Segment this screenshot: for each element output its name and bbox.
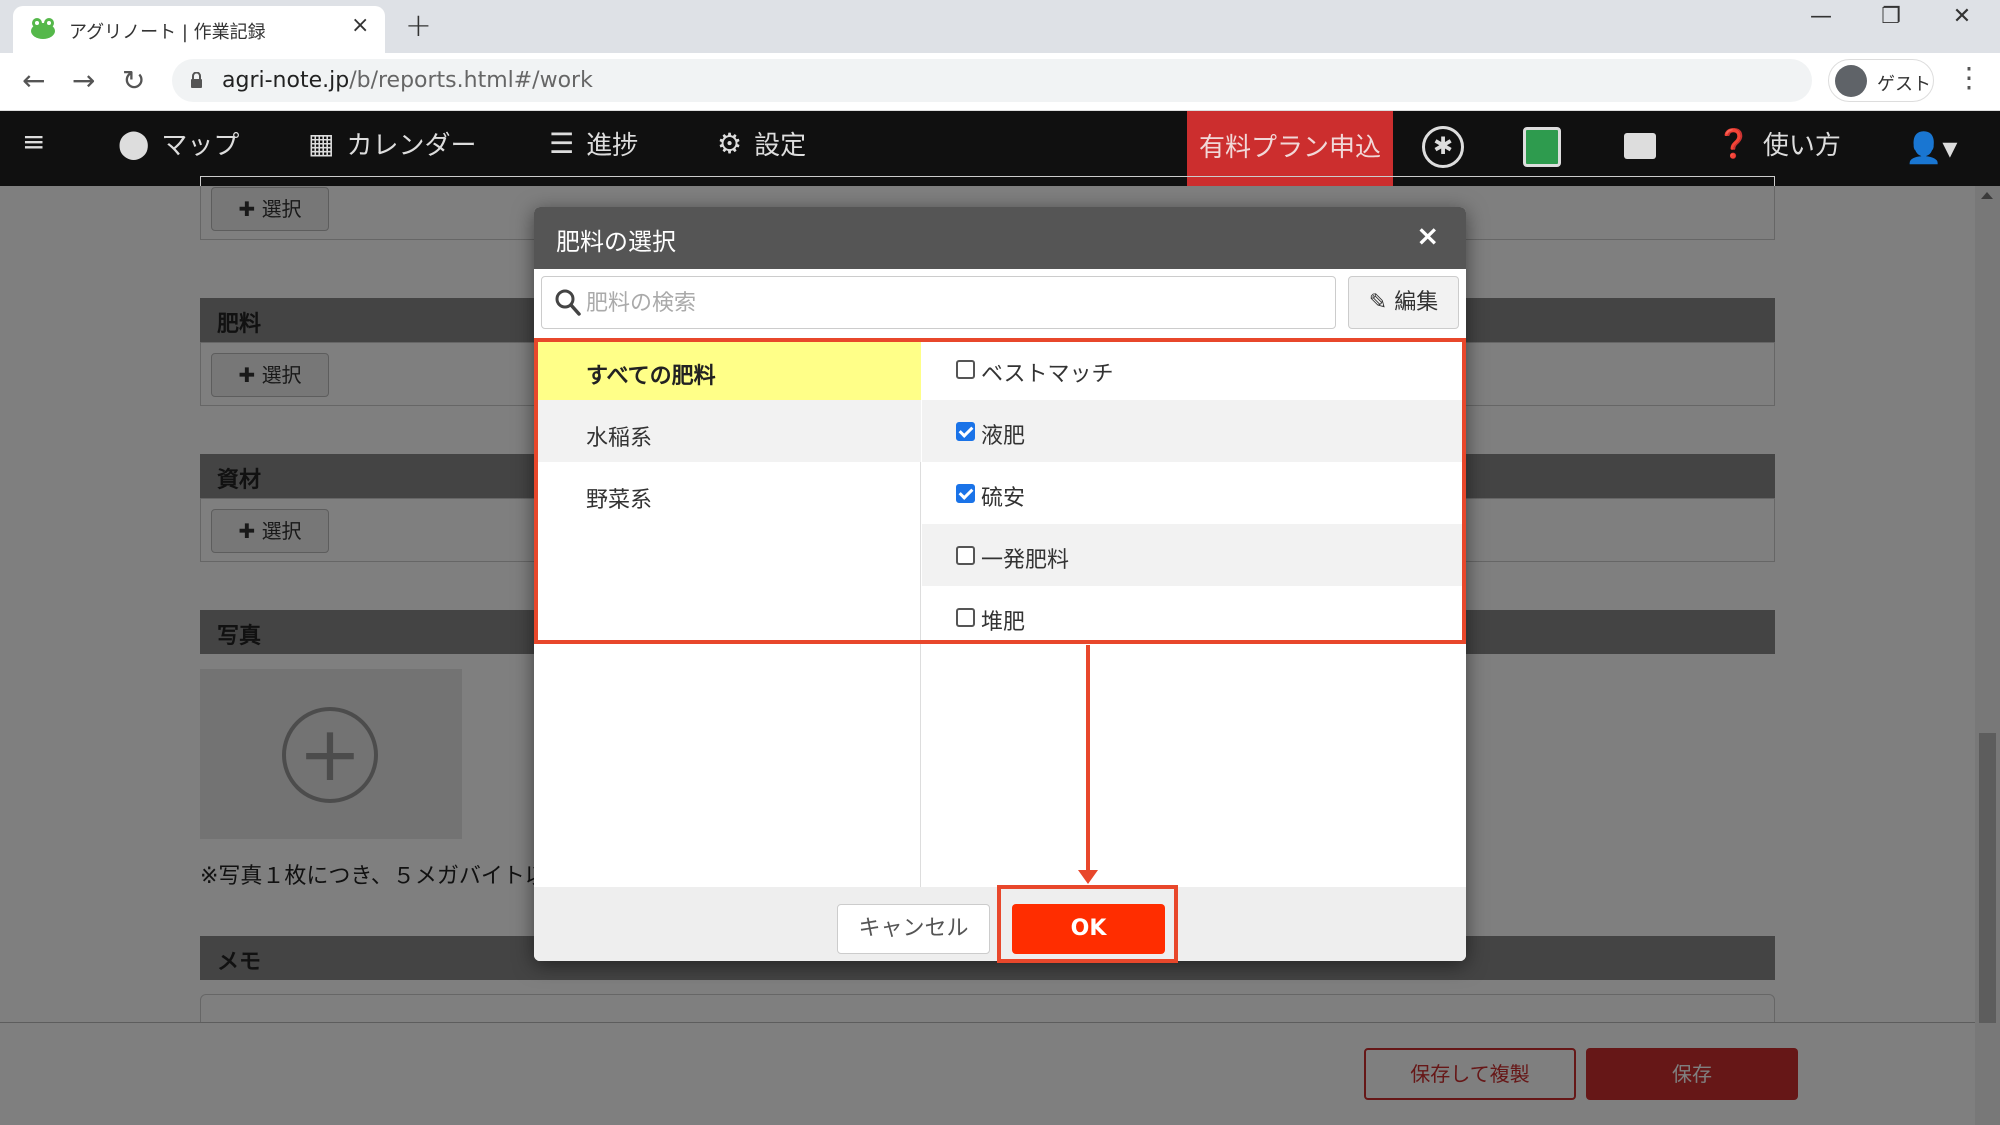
tab-title: アグリノート | 作業記録 <box>69 22 266 43</box>
tab-close-icon[interactable]: × <box>351 13 369 38</box>
chat-bubble-icon[interactable] <box>1624 133 1656 159</box>
edit-button[interactable]: ✎ 編集 <box>1348 276 1459 329</box>
annotation-connector-line <box>1086 645 1090 873</box>
url-host: agri-note.jp <box>222 68 350 93</box>
edit-label: 編集 <box>1394 290 1439 315</box>
paid-plan-button[interactable]: 有料プラン申込 <box>1187 111 1393 186</box>
checklist-icon: ☰ <box>549 127 575 160</box>
list-highlight-frame <box>534 338 1466 644</box>
nav-label-help: 使い方 <box>1762 131 1841 161</box>
question-circle-icon: ❓ <box>1716 127 1751 160</box>
annotation-arrow-icon <box>1078 870 1098 884</box>
fertilizer-search <box>541 276 1336 329</box>
forward-arrow-icon[interactable]: → <box>72 64 95 97</box>
notebook-icon[interactable] <box>1523 127 1561 167</box>
pencil-icon: ✎ <box>1368 290 1388 315</box>
frog-favicon-icon <box>31 18 55 39</box>
nav-label-calendar: カレンダー <box>346 131 477 161</box>
guest-avatar-icon <box>1835 65 1867 97</box>
url-field[interactable]: agri-note.jp/b/reports.html#/work <box>172 59 1812 102</box>
search-icon <box>555 289 581 316</box>
nav-item-settings[interactable]: ⚙ 設定 <box>717 125 806 162</box>
nav-item-progress[interactable]: ☰ 進捗 <box>549 125 638 162</box>
fertilizer-search-input[interactable] <box>586 285 1326 321</box>
calendar-icon: ▦ <box>308 127 335 160</box>
browser-tab[interactable]: アグリノート | 作業記録 × <box>13 6 385 53</box>
hamburger-menu-icon[interactable]: ≡ <box>22 125 45 158</box>
restore-icon[interactable]: ❐ <box>1871 4 1911 29</box>
ok-highlight-frame <box>997 885 1178 963</box>
dialog-header: 肥料の選択 × <box>534 207 1466 269</box>
back-arrow-icon[interactable]: ← <box>22 64 45 97</box>
reload-icon[interactable]: ↻ <box>122 64 145 97</box>
new-tab-icon[interactable]: + <box>405 6 432 44</box>
url-path: /b/reports.html#/work <box>349 68 593 93</box>
cancel-button[interactable]: キャンセル <box>837 904 990 954</box>
minimize-icon[interactable]: — <box>1801 4 1841 29</box>
asterisk-circle-icon[interactable]: ✱ <box>1422 126 1464 168</box>
nav-label-progress: 進捗 <box>586 131 639 161</box>
user-menu-icon[interactable]: 👤▾ <box>1905 131 1957 166</box>
nav-label-map: マップ <box>161 131 240 161</box>
gear-icon: ⚙ <box>717 127 743 160</box>
nav-item-map[interactable]: ⬤ マップ <box>118 125 239 162</box>
url-text: agri-note.jp/b/reports.html#/work <box>222 68 593 93</box>
map-pin-icon: ⬤ <box>118 127 150 160</box>
browser-menu-icon[interactable]: ⋮ <box>1955 61 1983 94</box>
dialog-title: 肥料の選択 <box>556 228 676 256</box>
nav-item-help[interactable]: ❓ 使い方 <box>1716 125 1841 162</box>
app-navbar: ≡ ⬤ マップ ▦ カレンダー ☰ 進捗 ⚙ 設定 有料プラン申込 ✱ ❓ 使い… <box>0 111 2000 186</box>
nav-item-calendar[interactable]: ▦ カレンダー <box>308 125 476 162</box>
browser-tab-bar: アグリノート | 作業記録 × + — ❐ ✕ <box>0 0 2000 53</box>
lock-icon <box>191 72 202 88</box>
profile-label: ゲスト <box>1877 74 1931 95</box>
profile-button[interactable]: ゲスト <box>1828 59 1934 102</box>
window-close-icon[interactable]: ✕ <box>1942 4 1982 29</box>
nav-label-settings: 設定 <box>754 131 807 161</box>
dialog-close-icon[interactable]: × <box>1416 219 1439 252</box>
address-bar-row: ← → ↻ agri-note.jp/b/reports.html#/work … <box>0 53 2000 111</box>
